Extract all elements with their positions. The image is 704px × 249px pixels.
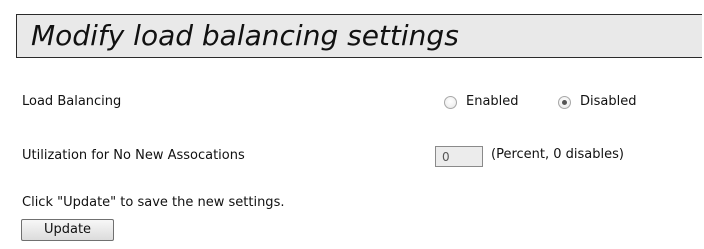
radio-enabled[interactable] xyxy=(444,96,457,109)
radio-enabled-label[interactable]: Enabled xyxy=(466,94,519,110)
page-title: Modify load balancing settings xyxy=(31,19,459,52)
utilization-hint: (Percent, 0 disables) xyxy=(491,147,624,162)
update-instruction: Click "Update" to save the new settings. xyxy=(22,195,285,210)
utilization-input[interactable] xyxy=(435,146,483,167)
utilization-label: Utilization for No New Assocations xyxy=(22,148,245,163)
radio-selected-dot xyxy=(562,100,567,105)
update-button[interactable]: Update xyxy=(21,219,114,241)
load-balancing-label: Load Balancing xyxy=(22,94,122,109)
radio-disabled-label[interactable]: Disabled xyxy=(580,94,636,110)
section-header: Modify load balancing settings xyxy=(16,14,702,58)
radio-disabled[interactable] xyxy=(558,96,571,109)
